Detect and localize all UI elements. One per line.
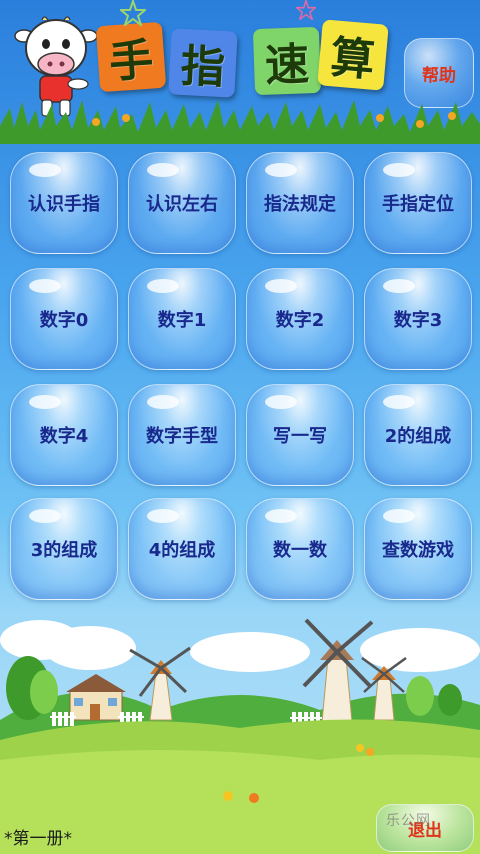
grass-decoration: [0, 100, 480, 144]
lesson-button-number-0[interactable]: 数字0: [10, 268, 118, 370]
lesson-button-number-4[interactable]: 数字4: [10, 384, 118, 486]
lesson-button-compose-4[interactable]: 4的组成: [128, 498, 236, 600]
title-tile-1: 手: [95, 21, 167, 93]
volume-label: *第一册*: [4, 829, 72, 849]
lesson-button-count-game[interactable]: 查数游戏: [364, 498, 472, 600]
title-tile-2: 指: [168, 28, 238, 98]
lesson-button-write[interactable]: 写一写: [246, 384, 354, 486]
lesson-button-fingering-rules[interactable]: 指法规定: [246, 152, 354, 254]
star-decoration-icon: [120, 0, 146, 26]
lesson-button-number-3[interactable]: 数字3: [364, 268, 472, 370]
lesson-button-count[interactable]: 数一数: [246, 498, 354, 600]
watermark-text: 乐公网: [386, 813, 431, 829]
lesson-button-number-1[interactable]: 数字1: [128, 268, 236, 370]
lesson-button-compose-3[interactable]: 3的组成: [10, 498, 118, 600]
lesson-button-know-left-right[interactable]: 认识左右: [128, 152, 236, 254]
title-tile-4: 算: [317, 19, 389, 91]
header: 手 指 速 算 帮助: [0, 0, 480, 144]
lesson-button-compose-2[interactable]: 2的组成: [364, 384, 472, 486]
lesson-button-know-fingers[interactable]: 认识手指: [10, 152, 118, 254]
star-decoration-icon: [296, 0, 316, 20]
lesson-button-finger-position[interactable]: 手指定位: [364, 152, 472, 254]
lesson-button-number-2[interactable]: 数字2: [246, 268, 354, 370]
lesson-button-number-hand-shape[interactable]: 数字手型: [128, 384, 236, 486]
title-tile-3: 速: [252, 26, 322, 96]
